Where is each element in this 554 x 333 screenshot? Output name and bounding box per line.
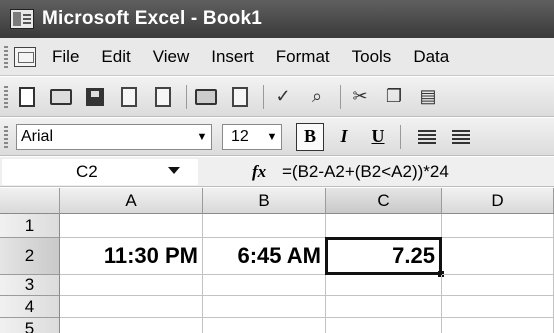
insert-function-icon[interactable]: fx	[252, 162, 282, 182]
print-preview-icon	[232, 86, 248, 107]
row-header-4[interactable]: 4	[0, 296, 60, 318]
row-header-2[interactable]: 2	[0, 238, 60, 275]
cell-d4[interactable]	[442, 296, 554, 318]
spelling-check-icon: ✓	[275, 86, 291, 106]
new-document-button[interactable]	[14, 84, 40, 110]
menu-bar: File Edit View Insert Format Tools Data	[0, 38, 554, 76]
open-button[interactable]	[48, 84, 74, 110]
bold-button[interactable]: B	[296, 122, 324, 151]
copy-button[interactable]: ❐	[381, 84, 407, 110]
chevron-down-icon[interactable]	[168, 166, 180, 174]
email-button[interactable]	[150, 84, 176, 110]
row-header-3[interactable]: 3	[0, 275, 60, 296]
row-header-5[interactable]: 5	[0, 318, 60, 333]
toolbar-grip-handle[interactable]	[4, 125, 8, 148]
menu-edit[interactable]: Edit	[101, 47, 130, 67]
menu-insert[interactable]: Insert	[211, 47, 254, 67]
name-box-value: C2	[76, 161, 98, 181]
cell-c5[interactable]	[326, 318, 442, 333]
font-name-value: Arial	[21, 127, 54, 145]
menu-file[interactable]: File	[52, 47, 79, 67]
toolbar-grip-handle[interactable]	[4, 85, 8, 108]
column-header-c[interactable]: C	[326, 188, 442, 214]
cell-c4[interactable]	[326, 296, 442, 318]
font-size-dropdown[interactable]: 12 ▼	[222, 123, 282, 150]
chevron-down-icon[interactable]: ▼	[193, 125, 211, 149]
italic-button[interactable]: I	[330, 123, 358, 151]
print-preview-button[interactable]	[227, 84, 253, 110]
copy-icon: ❐	[385, 86, 403, 106]
save-disk-icon	[86, 87, 104, 106]
cell-b3[interactable]	[203, 275, 326, 296]
paste-button[interactable]: ▤	[415, 84, 441, 110]
title-bar: Microsoft Excel - Book1	[0, 0, 554, 38]
align-center-icon	[452, 129, 470, 144]
underline-button[interactable]: U	[364, 123, 392, 151]
formatting-toolbar: Arial ▼ 12 ▼ B I U	[0, 118, 554, 156]
formula-input[interactable]: =(B2-A2+(B2<A2))*24	[282, 162, 449, 182]
menu-grip-handle[interactable]	[4, 45, 8, 68]
select-all-corner[interactable]	[0, 188, 60, 214]
toolbar-separator	[340, 84, 341, 109]
menu-view[interactable]: View	[153, 47, 190, 67]
scissors-icon: ✂	[352, 86, 368, 106]
cell-c2-active[interactable]: 7.25	[325, 237, 442, 275]
cell-a1[interactable]	[60, 214, 203, 238]
name-box[interactable]: C2	[2, 158, 198, 185]
cell-b5[interactable]	[203, 318, 326, 333]
workbook-icon[interactable]	[14, 46, 36, 67]
cell-a2[interactable]: 11:30 PM	[60, 238, 203, 275]
align-left-icon	[418, 129, 436, 144]
column-header-d[interactable]: D	[442, 188, 554, 214]
permission-icon	[121, 86, 137, 107]
cell-d5[interactable]	[442, 318, 554, 333]
toolbar-separator	[263, 84, 264, 109]
menu-data[interactable]: Data	[413, 47, 449, 67]
worksheet-grid: A B C D 1 2 3 4 5 11:30 PM 6:45 AM 7.25	[0, 188, 554, 333]
column-header-b[interactable]: B	[203, 188, 326, 214]
toolbar-separator	[186, 84, 187, 109]
research-button[interactable]: ⌕	[304, 84, 330, 110]
cell-c1[interactable]	[326, 214, 442, 238]
new-document-icon	[19, 86, 35, 107]
menu-format[interactable]: Format	[276, 47, 330, 67]
window-title: Microsoft Excel - Book1	[42, 8, 262, 29]
save-button[interactable]	[82, 84, 108, 110]
cell-a3[interactable]	[60, 275, 203, 296]
print-button[interactable]	[193, 84, 219, 110]
printer-icon	[195, 88, 217, 105]
cell-c3[interactable]	[326, 275, 442, 296]
row-header-1[interactable]: 1	[0, 214, 60, 238]
cell-d2[interactable]	[442, 238, 554, 275]
excel-app-icon[interactable]	[10, 9, 34, 29]
font-name-dropdown[interactable]: Arial ▼	[16, 123, 212, 150]
spelling-button[interactable]: ✓	[270, 84, 296, 110]
align-center-button[interactable]	[447, 123, 475, 151]
cell-b2[interactable]: 6:45 AM	[203, 238, 326, 275]
standard-toolbar: ✓ ⌕ ✂ ❐ ▤	[0, 77, 554, 117]
cell-a4[interactable]	[60, 296, 203, 318]
font-size-value: 12	[231, 127, 249, 145]
align-left-button[interactable]	[413, 123, 441, 151]
cut-button[interactable]: ✂	[347, 84, 373, 110]
folder-open-icon	[50, 88, 72, 105]
permission-button[interactable]	[116, 84, 142, 110]
cell-b4[interactable]	[203, 296, 326, 318]
research-icon: ⌕	[311, 86, 323, 106]
cell-d1[interactable]	[442, 214, 554, 238]
chevron-down-icon[interactable]: ▼	[263, 125, 281, 149]
cell-d3[interactable]	[442, 275, 554, 296]
menu-tools[interactable]: Tools	[352, 47, 392, 67]
cell-b1[interactable]	[203, 214, 326, 238]
formula-bar: C2 fx =(B2-A2+(B2<A2))*24	[0, 157, 554, 187]
cell-a5[interactable]	[60, 318, 203, 333]
column-header-a[interactable]: A	[60, 188, 203, 214]
email-icon	[155, 86, 171, 107]
toolbar-separator	[400, 124, 401, 149]
clipboard-paste-icon: ▤	[419, 86, 437, 106]
